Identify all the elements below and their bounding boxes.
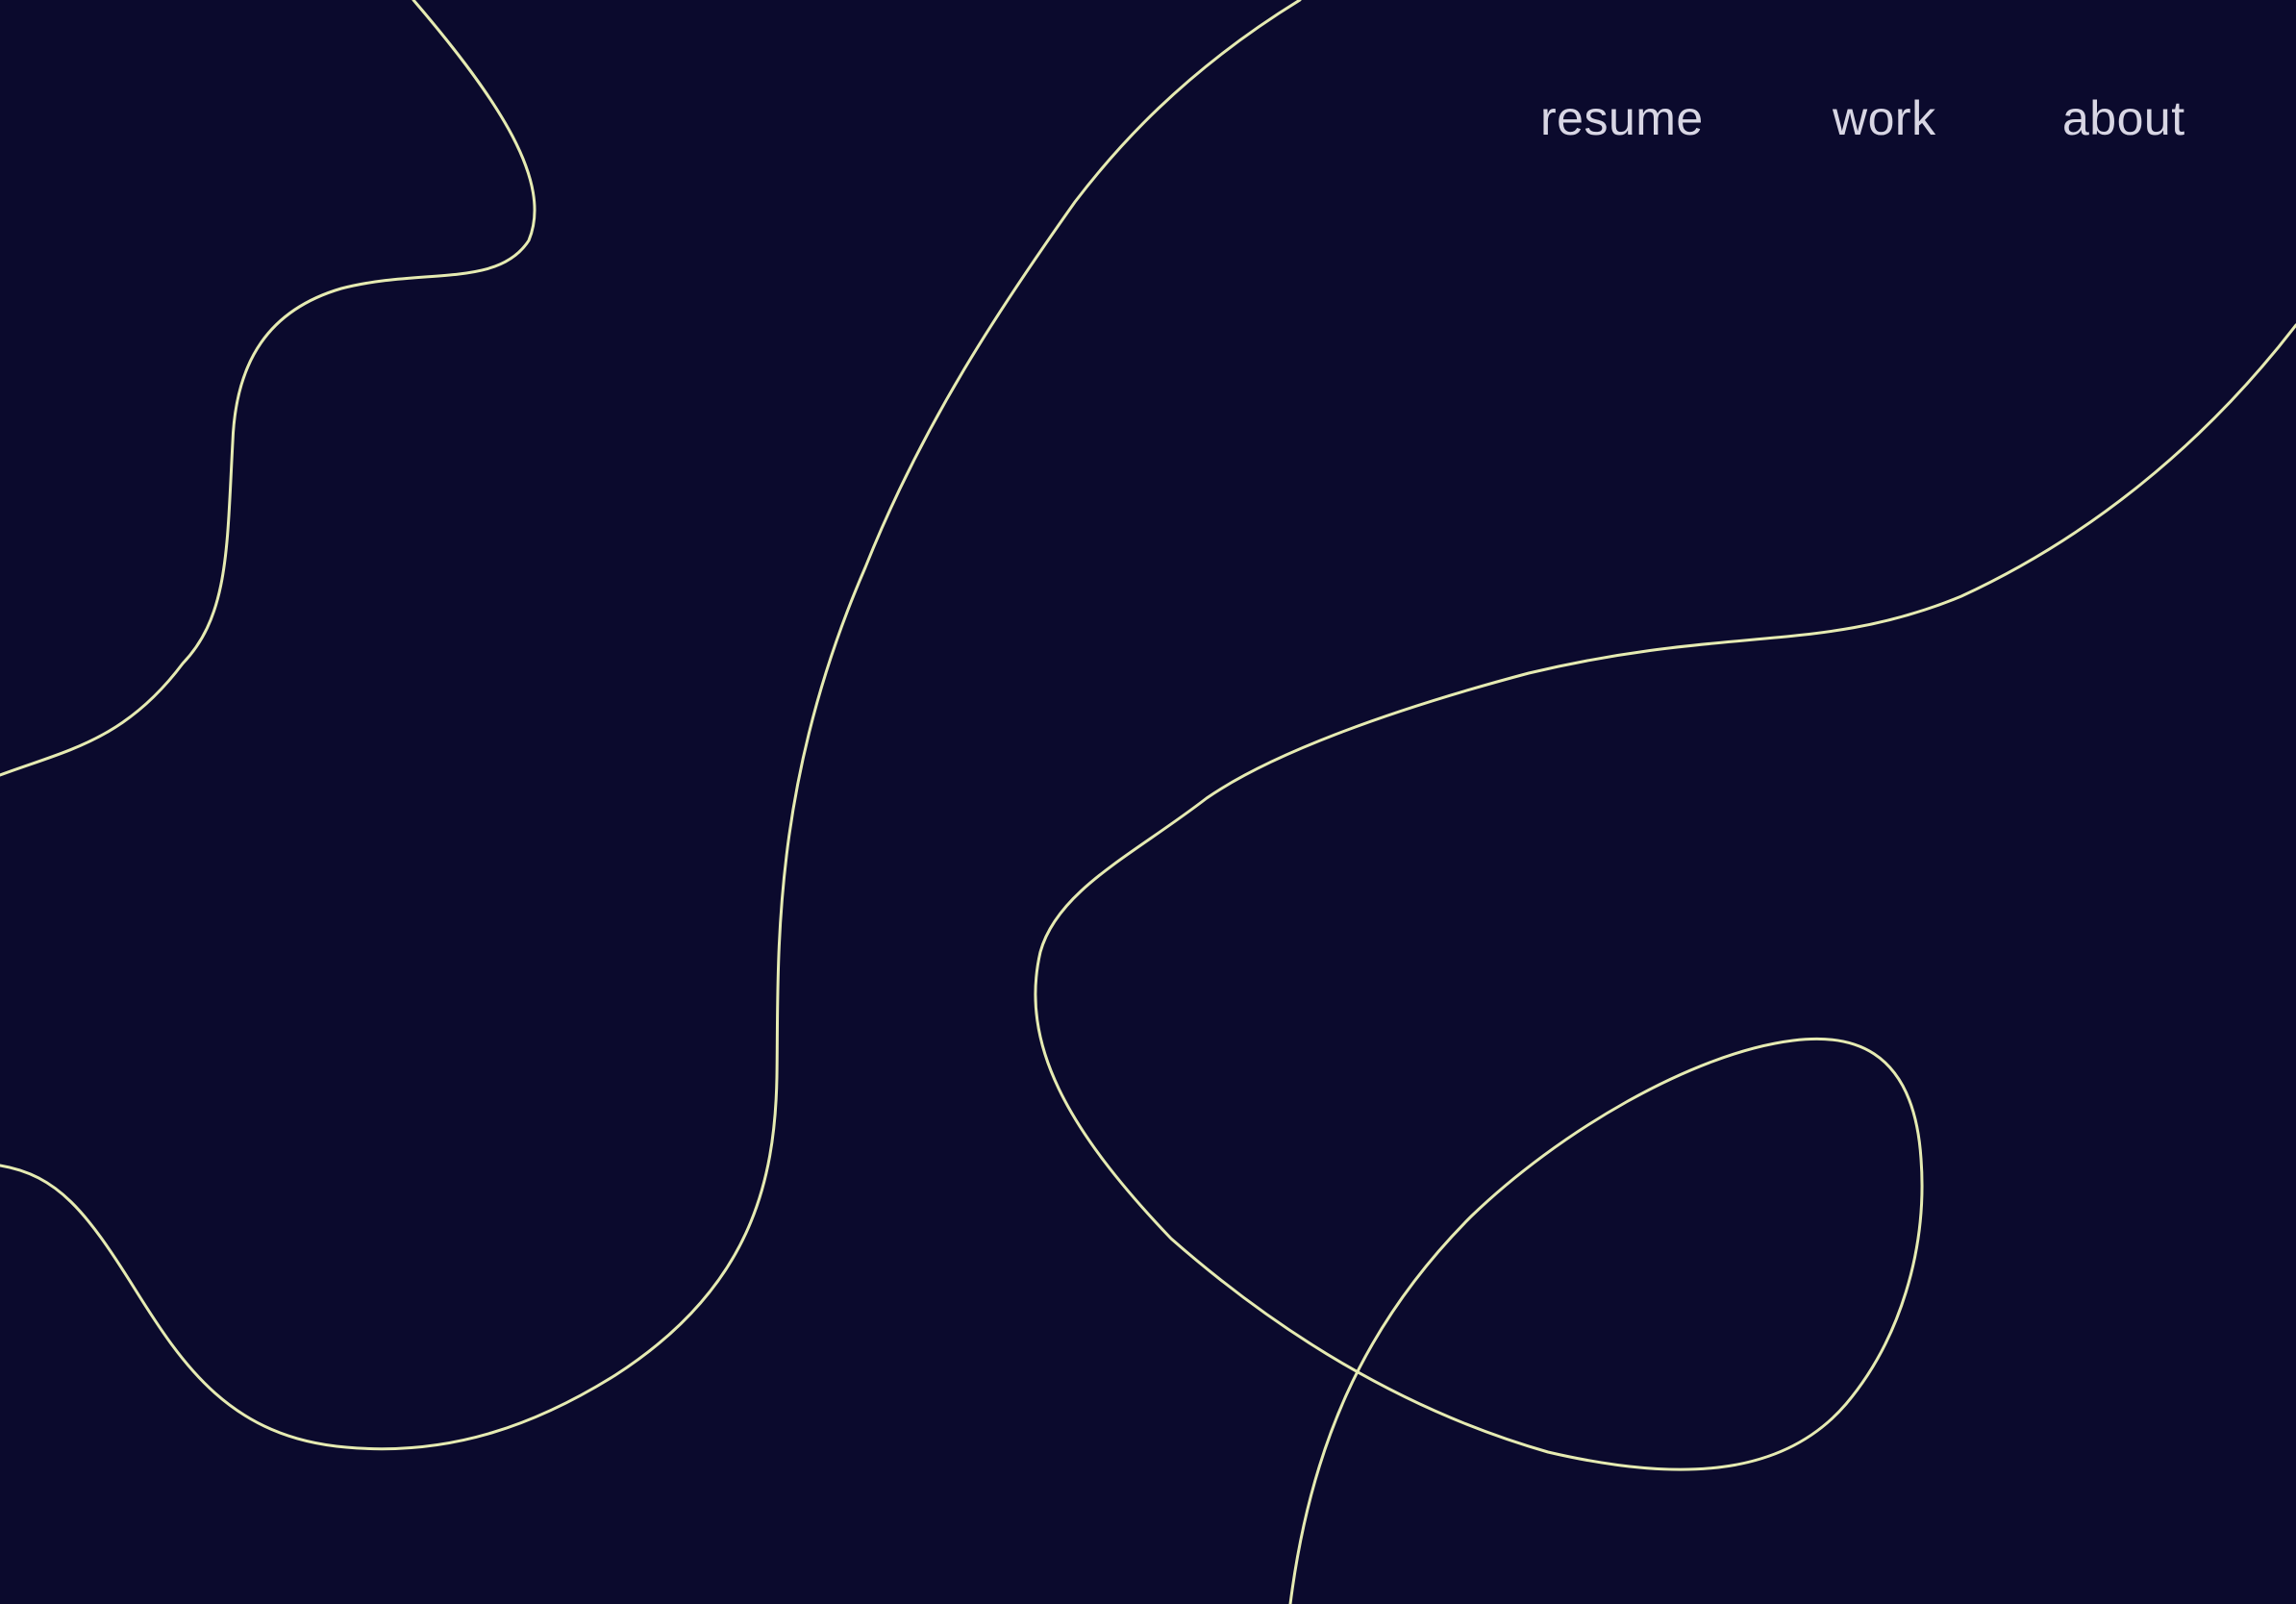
nav-link-work[interactable]: work bbox=[1833, 85, 1936, 152]
top-navigation: resume work about bbox=[1500, 85, 2192, 152]
landing-page: resume work about bbox=[0, 0, 2296, 1604]
decorative-curve-arc bbox=[0, 0, 1302, 1451]
decorative-line-art bbox=[0, 0, 2296, 1604]
nav-link-about[interactable]: about bbox=[2062, 85, 2185, 152]
decorative-curve-left bbox=[0, 0, 537, 777]
nav-link-resume[interactable]: resume bbox=[1540, 85, 1704, 152]
decorative-curve-loop bbox=[1034, 323, 2296, 1604]
